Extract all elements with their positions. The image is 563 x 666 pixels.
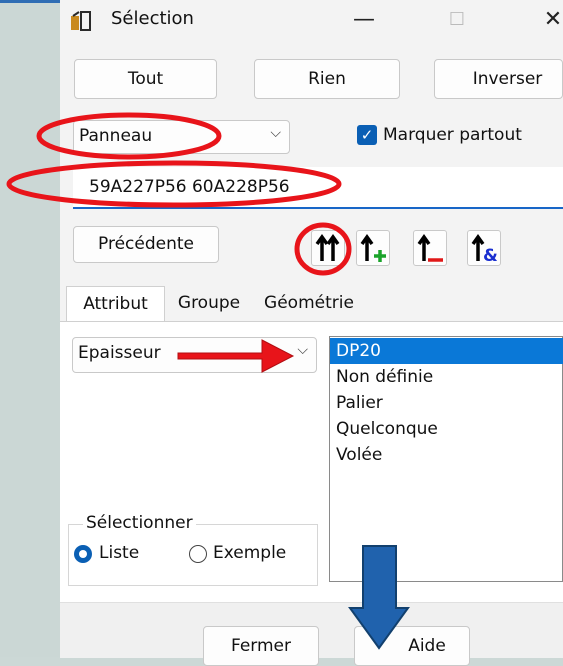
annotation-ellipse-type: [36, 112, 222, 160]
annotation-arrow-down: [348, 545, 410, 650]
annotation-ellipse-text: [6, 160, 342, 208]
annotation-overlay: [6, 112, 410, 650]
annotation-circle-icon: [294, 222, 352, 276]
annotation-arrow-right: [177, 339, 295, 373]
